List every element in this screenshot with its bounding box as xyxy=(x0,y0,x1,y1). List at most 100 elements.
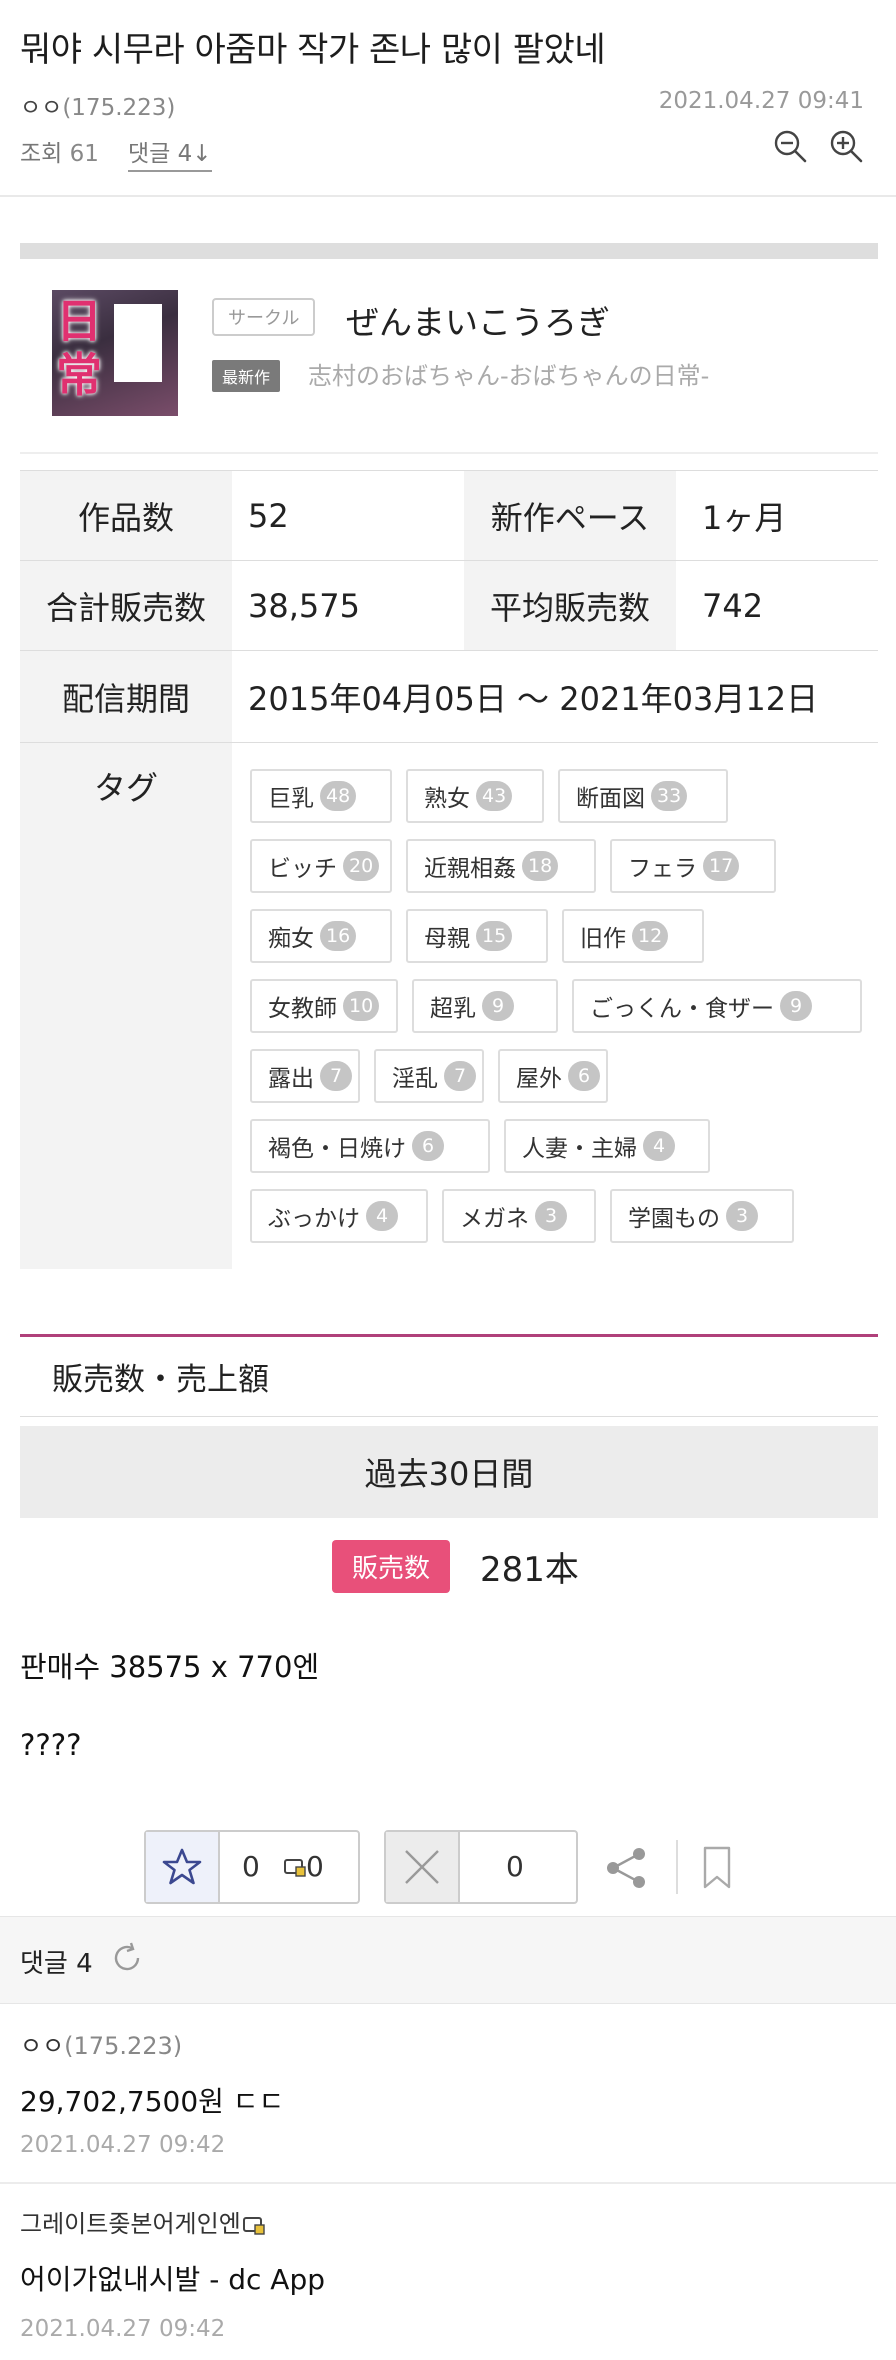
divider xyxy=(676,1840,678,1894)
tag-name: 断面図 xyxy=(576,786,645,812)
tag-chip[interactable]: 女教師 10 xyxy=(250,979,398,1033)
stat-value: 2015年04月05日 ～ 2021年03月12日 xyxy=(248,679,819,718)
period-tab[interactable]: 過去30日間 xyxy=(20,1426,878,1518)
tag-name: 巨乳 xyxy=(268,786,314,812)
tag-chip[interactable]: ごっくん・食ザー 9 xyxy=(572,979,862,1033)
author-ip: (175.223) xyxy=(62,95,176,121)
tag-chip[interactable]: 褐色・日焼け 6 xyxy=(250,1119,490,1173)
fix-user-icon xyxy=(284,1858,306,1877)
comment-date: 2021.04.27 09:42 xyxy=(20,2132,226,2158)
tag-chip[interactable]: 近親相姦 18 xyxy=(406,839,596,893)
comment-author[interactable]: 그레이트좆본어게인엔 xyxy=(20,2204,265,2239)
tag-count: 48 xyxy=(320,781,357,811)
star-icon xyxy=(146,1832,220,1902)
tag-count: 15 xyxy=(476,921,513,951)
tag-name: 熟女 xyxy=(424,786,470,812)
post-title: 뭐야 시무라 아줌마 작가 존나 많이 팔았네 xyxy=(20,30,606,70)
divider xyxy=(20,452,878,454)
nonrecommend-button[interactable]: 0 xyxy=(384,1830,578,1904)
fix-user-icon xyxy=(242,2217,265,2235)
tag-count: 6 xyxy=(412,1131,444,1161)
stat-value: 38,575 xyxy=(248,586,360,625)
comments-header: 댓글 4 xyxy=(0,1916,896,2004)
tag-count: 3 xyxy=(535,1201,567,1231)
refresh-icon[interactable] xyxy=(110,1941,144,1975)
tag-list: 巨乳 48 熟女 43 断面図 33 ビッチ 20 近親相姦 18 フェラ 17 痴女 16 母親 15 旧作 1… xyxy=(232,743,878,1269)
zoom-out-icon[interactable] xyxy=(772,128,808,164)
comment-text: 29,702,7500원 ㄷㄷ xyxy=(20,2085,285,2118)
stat-value: 742 xyxy=(702,586,764,625)
tag-chip[interactable]: 熟女 43 xyxy=(406,769,544,823)
comment-text: 어이가없내시발 - dc App xyxy=(20,2263,325,2296)
tag-count: 7 xyxy=(444,1061,476,1091)
tag-count: 4 xyxy=(366,1201,398,1231)
embed-top-bar xyxy=(20,243,878,259)
recommend-button[interactable]: 0 0 xyxy=(144,1830,360,1904)
tag-count: 7 xyxy=(320,1061,352,1091)
stats-row: 配信期間 2015年04月05日 ～ 2021年03月12日 xyxy=(20,651,878,743)
tag-chip[interactable]: 超乳 9 xyxy=(412,979,558,1033)
tag-name: フェラ xyxy=(628,856,697,882)
new-work-title[interactable]: 志村のおばちゃん-おばちゃんの日常- xyxy=(308,356,709,391)
comments-link[interactable]: 댓글 4↓ xyxy=(128,134,212,172)
tag-name: 淫乱 xyxy=(392,1066,438,1092)
tag-name: 近親相姦 xyxy=(424,856,516,882)
tag-count: 16 xyxy=(320,921,357,951)
tag-count: 9 xyxy=(780,991,812,1021)
stat-label: 作品数 xyxy=(20,471,232,560)
author-name[interactable]: ㅇㅇ xyxy=(20,95,62,121)
tag-chip[interactable]: 学園もの 3 xyxy=(610,1189,794,1243)
tag-chip[interactable]: 巨乳 48 xyxy=(250,769,392,823)
work-thumbnail[interactable]: 日常 xyxy=(52,290,178,416)
zoom-in-icon[interactable] xyxy=(828,128,864,164)
section-accent-line xyxy=(20,1334,878,1337)
x-icon xyxy=(386,1832,460,1902)
header-divider xyxy=(0,195,896,197)
tag-count: 20 xyxy=(343,851,380,881)
tag-name: 母親 xyxy=(424,926,470,952)
tag-chip[interactable]: 母親 15 xyxy=(406,909,548,963)
post-author[interactable]: ㅇㅇ(175.223) xyxy=(20,88,175,122)
sales-section-header: 販売数・売上額 xyxy=(52,1362,269,1398)
comment-author[interactable]: ㅇㅇ(175.223) xyxy=(20,2026,182,2061)
share-icon[interactable] xyxy=(604,1845,650,1891)
tag-name: 旧作 xyxy=(580,926,626,952)
tag-chip[interactable]: ぶっかけ 4 xyxy=(250,1189,428,1243)
body-text: ???? xyxy=(20,1728,82,1762)
tag-count: 17 xyxy=(703,851,740,881)
tag-count: 18 xyxy=(522,851,559,881)
stats-row: 作品数 52 新作ペース 1ヶ月 xyxy=(20,471,878,561)
tag-chip[interactable]: ビッチ 20 xyxy=(250,839,392,893)
tag-chip[interactable]: 露出 7 xyxy=(250,1049,360,1103)
tag-name: 屋外 xyxy=(516,1066,562,1092)
tag-chip[interactable]: 痴女 16 xyxy=(250,909,392,963)
tag-name: ぶっかけ xyxy=(268,1206,360,1232)
tag-chip[interactable]: メガネ 3 xyxy=(442,1189,596,1243)
stat-label: 配信期間 xyxy=(20,651,232,742)
bookmark-icon[interactable] xyxy=(700,1845,734,1891)
tag-name: 女教師 xyxy=(268,996,337,1022)
post-date: 2021.04.27 09:41 xyxy=(658,88,864,114)
tag-chip[interactable]: 屋外 6 xyxy=(498,1049,608,1103)
tag-name: 人妻・主婦 xyxy=(522,1136,637,1162)
tag-name: 超乳 xyxy=(430,996,476,1022)
tag-chip[interactable]: 旧作 12 xyxy=(562,909,704,963)
stat-label: 合計販売数 xyxy=(20,561,232,650)
stat-value: 1ヶ月 xyxy=(702,498,787,537)
nonrecommend-count: 0 xyxy=(506,1850,524,1883)
censor-block xyxy=(114,304,162,382)
comment-date: 2021.04.27 09:42 xyxy=(20,2316,226,2342)
stats-row: 合計販売数 38,575 平均販売数 742 xyxy=(20,561,878,651)
tag-name: 学園もの xyxy=(628,1206,720,1232)
sales-value: 281本 xyxy=(480,1550,579,1590)
fix-recommend-count: 0 xyxy=(284,1850,324,1883)
tag-chip[interactable]: 淫乱 7 xyxy=(374,1049,484,1103)
tag-chip[interactable]: フェラ 17 xyxy=(610,839,776,893)
tag-chip[interactable]: 断面図 33 xyxy=(558,769,728,823)
tag-chip[interactable]: 人妻・主婦 4 xyxy=(504,1119,710,1173)
circle-name[interactable]: ぜんまいこうろぎ xyxy=(346,296,610,344)
comment-divider xyxy=(0,2182,896,2184)
tag-name: 露出 xyxy=(268,1066,314,1092)
body-text: 판매수 38575 x 770엔 xyxy=(20,1650,320,1684)
stat-value: 52 xyxy=(248,496,289,535)
